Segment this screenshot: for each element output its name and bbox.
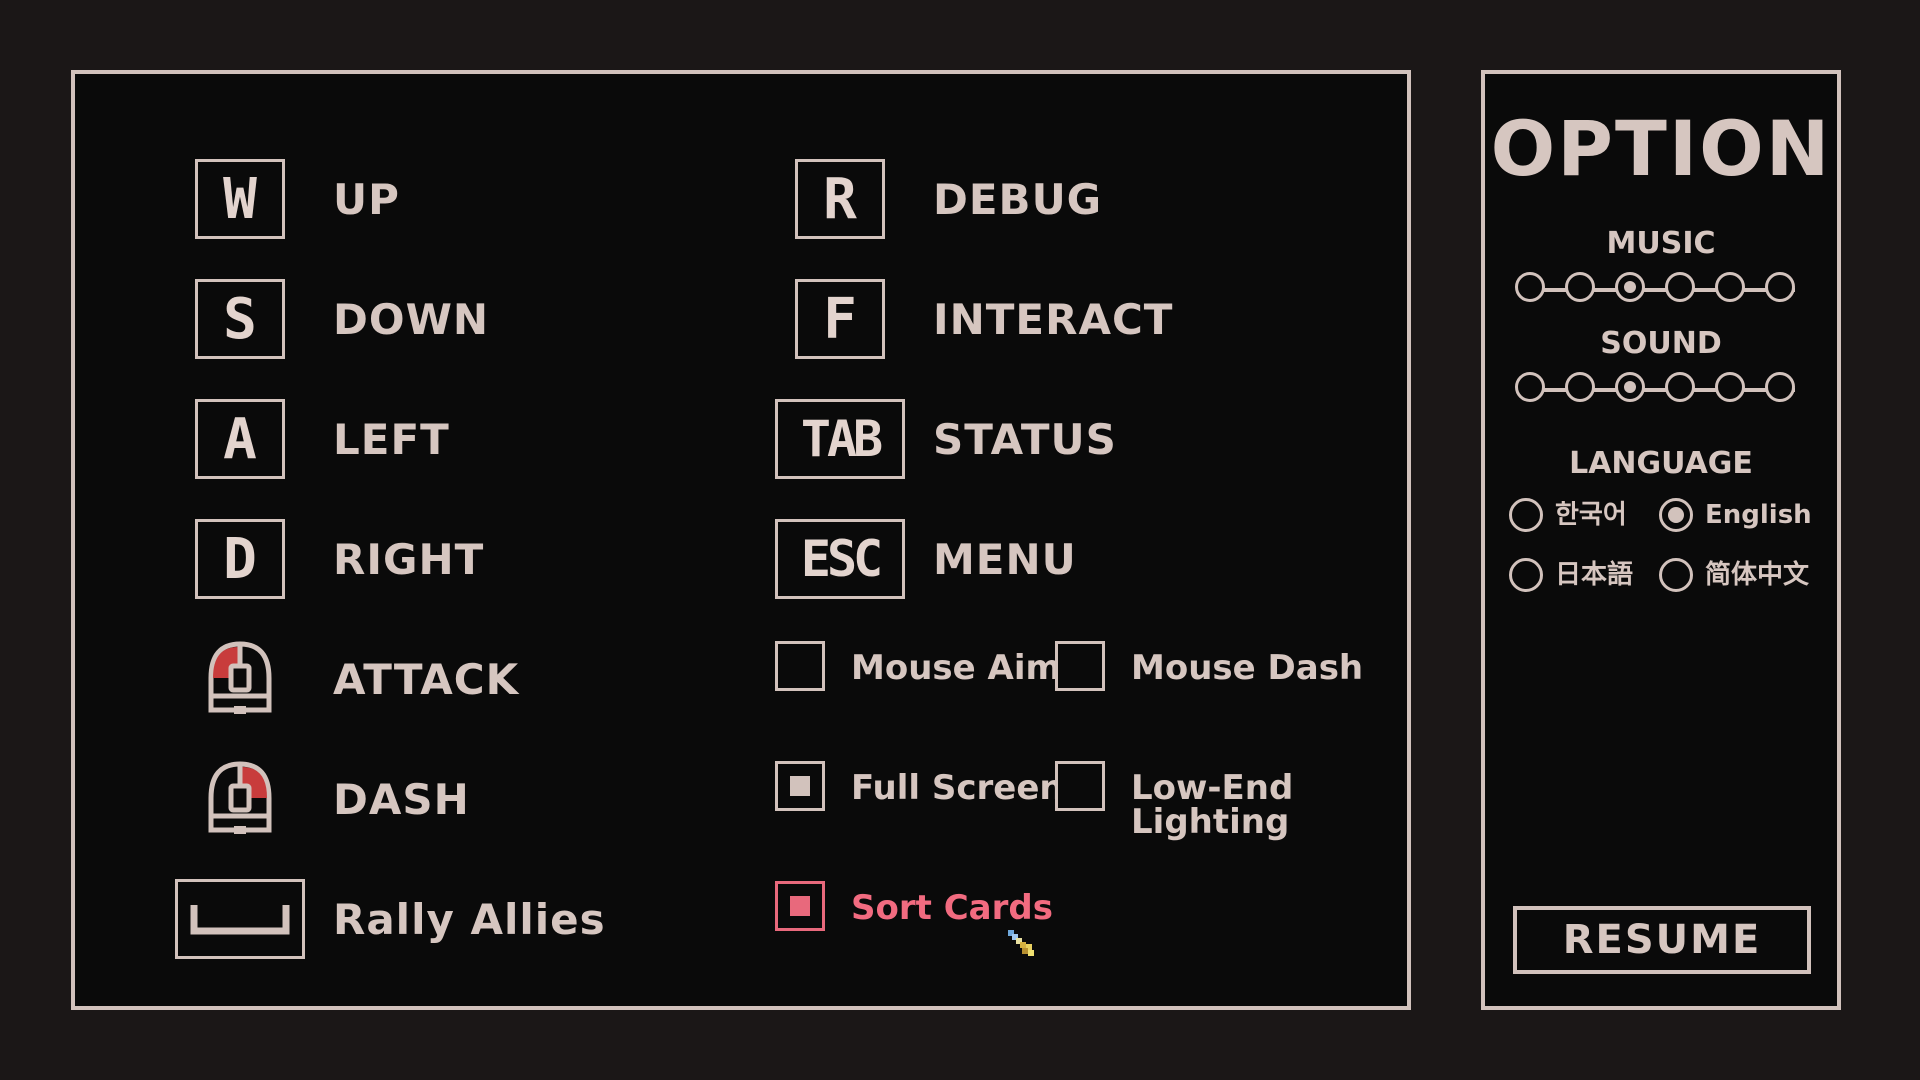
language-radio-chinese[interactable] — [1659, 558, 1693, 592]
controls-panel: W UP S DOWN A LEFT D RIGHT ATTACK DASH R… — [71, 70, 1411, 1010]
music-step-1[interactable] — [1515, 272, 1545, 302]
sound-step-1[interactable] — [1515, 372, 1545, 402]
full-screen-label: Full Screen — [851, 768, 1064, 808]
sound-step-4[interactable] — [1665, 372, 1695, 402]
keybind-row-debug: R DEBUG — [75, 149, 1407, 249]
key-r[interactable]: R — [795, 159, 885, 239]
keybind-row-rally: Rally Allies — [75, 869, 1407, 969]
mouse-dash-label: Mouse Dash — [1131, 648, 1364, 688]
low-end-lighting-checkbox[interactable] — [1055, 761, 1105, 811]
language-radio-english[interactable] — [1659, 498, 1693, 532]
sound-step-6[interactable] — [1765, 372, 1795, 402]
music-step-2[interactable] — [1565, 272, 1595, 302]
options-panel: OPTION MUSIC SOUND LANGUAGE 한국어 English … — [1481, 70, 1841, 1010]
mouse-aim-checkbox[interactable] — [775, 641, 825, 691]
key-esc[interactable]: ESC — [775, 519, 905, 599]
sound-step-2[interactable] — [1565, 372, 1595, 402]
key-space[interactable] — [175, 879, 305, 959]
low-end-lighting-label: Low-End Lighting — [1131, 768, 1294, 842]
sound-step-5[interactable] — [1715, 372, 1745, 402]
music-step-3[interactable] — [1615, 272, 1645, 302]
resume-button[interactable]: RESUME — [1513, 906, 1811, 974]
spacebar-icon — [190, 905, 290, 935]
keybind-row-menu: ESC MENU — [75, 509, 1407, 609]
music-step-5[interactable] — [1715, 272, 1745, 302]
music-label: MUSIC — [1606, 226, 1716, 261]
music-step-4[interactable] — [1665, 272, 1695, 302]
language-label: LANGUAGE — [1569, 446, 1753, 481]
action-label-attack: ATTACK — [333, 655, 520, 704]
action-label-dash: DASH — [333, 775, 470, 824]
mouse-dash-checkbox[interactable] — [1055, 641, 1105, 691]
mouse-aim-label: Mouse Aim — [851, 648, 1061, 688]
sort-cards-label: Sort Cards — [851, 888, 1053, 928]
options-title: OPTION — [1490, 104, 1832, 193]
action-label-interact: INTERACT — [933, 295, 1174, 344]
language-option-chinese[interactable]: 简体中文 — [1705, 562, 1809, 588]
action-label-menu: MENU — [933, 535, 1077, 584]
keybind-row-interact: F INTERACT — [75, 269, 1407, 369]
keybind-row-status: TAB STATUS — [75, 389, 1407, 489]
pixel-cursor-icon — [1008, 930, 1034, 956]
sound-volume-slider[interactable] — [1515, 370, 1805, 410]
mouse-left-click-icon[interactable] — [199, 638, 281, 720]
key-f[interactable]: F — [795, 279, 885, 359]
key-tab[interactable]: TAB — [775, 399, 905, 479]
action-label-status: STATUS — [933, 415, 1117, 464]
sound-step-3[interactable] — [1615, 372, 1645, 402]
mouse-right-click-icon[interactable] — [199, 758, 281, 840]
sound-label: SOUND — [1600, 326, 1722, 361]
language-option-korean[interactable]: 한국어 — [1555, 502, 1627, 528]
language-option-english[interactable]: English — [1705, 502, 1812, 528]
action-label-rally-allies: Rally Allies — [333, 895, 606, 944]
language-radio-korean[interactable] — [1509, 498, 1543, 532]
full-screen-checkbox[interactable] — [775, 761, 825, 811]
action-label-debug: DEBUG — [933, 175, 1103, 224]
music-volume-slider[interactable] — [1515, 270, 1805, 310]
sort-cards-checkbox[interactable] — [775, 881, 825, 931]
music-step-6[interactable] — [1765, 272, 1795, 302]
language-option-japanese[interactable]: 日本語 — [1555, 562, 1633, 588]
language-radio-japanese[interactable] — [1509, 558, 1543, 592]
